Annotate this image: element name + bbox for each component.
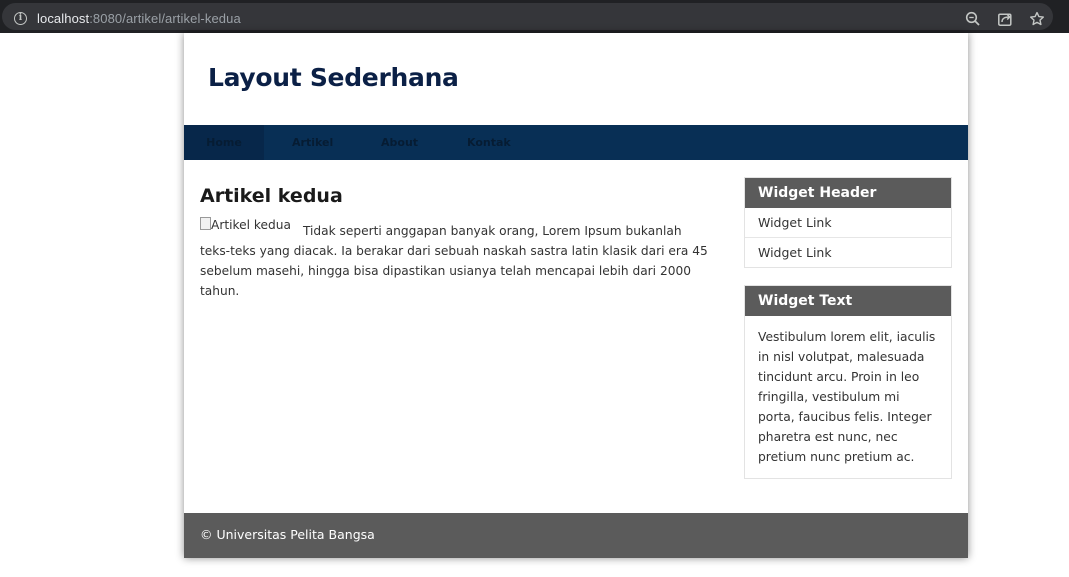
article-image: Artikel kedua xyxy=(200,216,291,234)
article-title: Artikel kedua xyxy=(200,185,343,207)
url-bar[interactable]: i localhost:8080/artikel/artikel-kedua xyxy=(2,3,1053,30)
article-body: Artikel kedua Tidak seperti anggapan bany… xyxy=(200,217,710,301)
page-container: Layout Sederhana Home Artikel About Kont… xyxy=(184,33,968,558)
widget-text-title: Widget Text xyxy=(745,286,951,316)
widget-text: Widget Text Vestibulum lorem elit, iacul… xyxy=(744,285,952,479)
widget-link-1[interactable]: Widget Link xyxy=(745,208,951,238)
zoom-icon[interactable] xyxy=(965,11,981,27)
article-image-alt: Artikel kedua xyxy=(211,218,291,232)
url-host: localhost xyxy=(37,11,90,26)
nav-item-artikel[interactable]: Artikel xyxy=(292,125,333,160)
main-nav: Home Artikel About Kontak xyxy=(184,125,968,160)
nav-item-home[interactable]: Home xyxy=(184,125,264,160)
article-text: Tidak seperti anggapan banyak orang, Lor… xyxy=(200,224,708,298)
browser-address-bar: i localhost:8080/artikel/artikel-kedua xyxy=(0,0,1069,33)
broken-image-icon xyxy=(200,217,211,230)
nav-item-about[interactable]: About xyxy=(381,125,418,160)
bookmark-star-icon[interactable] xyxy=(1029,11,1045,27)
widget-header-title: Widget Header xyxy=(745,178,951,208)
widget-links: Widget Header Widget Link Widget Link xyxy=(744,177,952,268)
footer-copyright: © Universitas Pelita Bangsa xyxy=(200,527,375,542)
nav-item-kontak[interactable]: Kontak xyxy=(467,125,511,160)
widget-link-2[interactable]: Widget Link xyxy=(745,238,951,267)
url-text[interactable]: localhost:8080/artikel/artikel-kedua xyxy=(37,11,241,26)
share-icon[interactable] xyxy=(997,11,1013,27)
url-path: :8080/artikel/artikel-kedua xyxy=(89,11,241,26)
site-header: Layout Sederhana xyxy=(184,33,968,125)
site-footer: © Universitas Pelita Bangsa xyxy=(184,513,968,558)
info-icon[interactable]: i xyxy=(14,12,27,25)
site-title: Layout Sederhana xyxy=(208,63,459,92)
widget-text-body: Vestibulum lorem elit, iaculis in nisl v… xyxy=(758,330,936,464)
